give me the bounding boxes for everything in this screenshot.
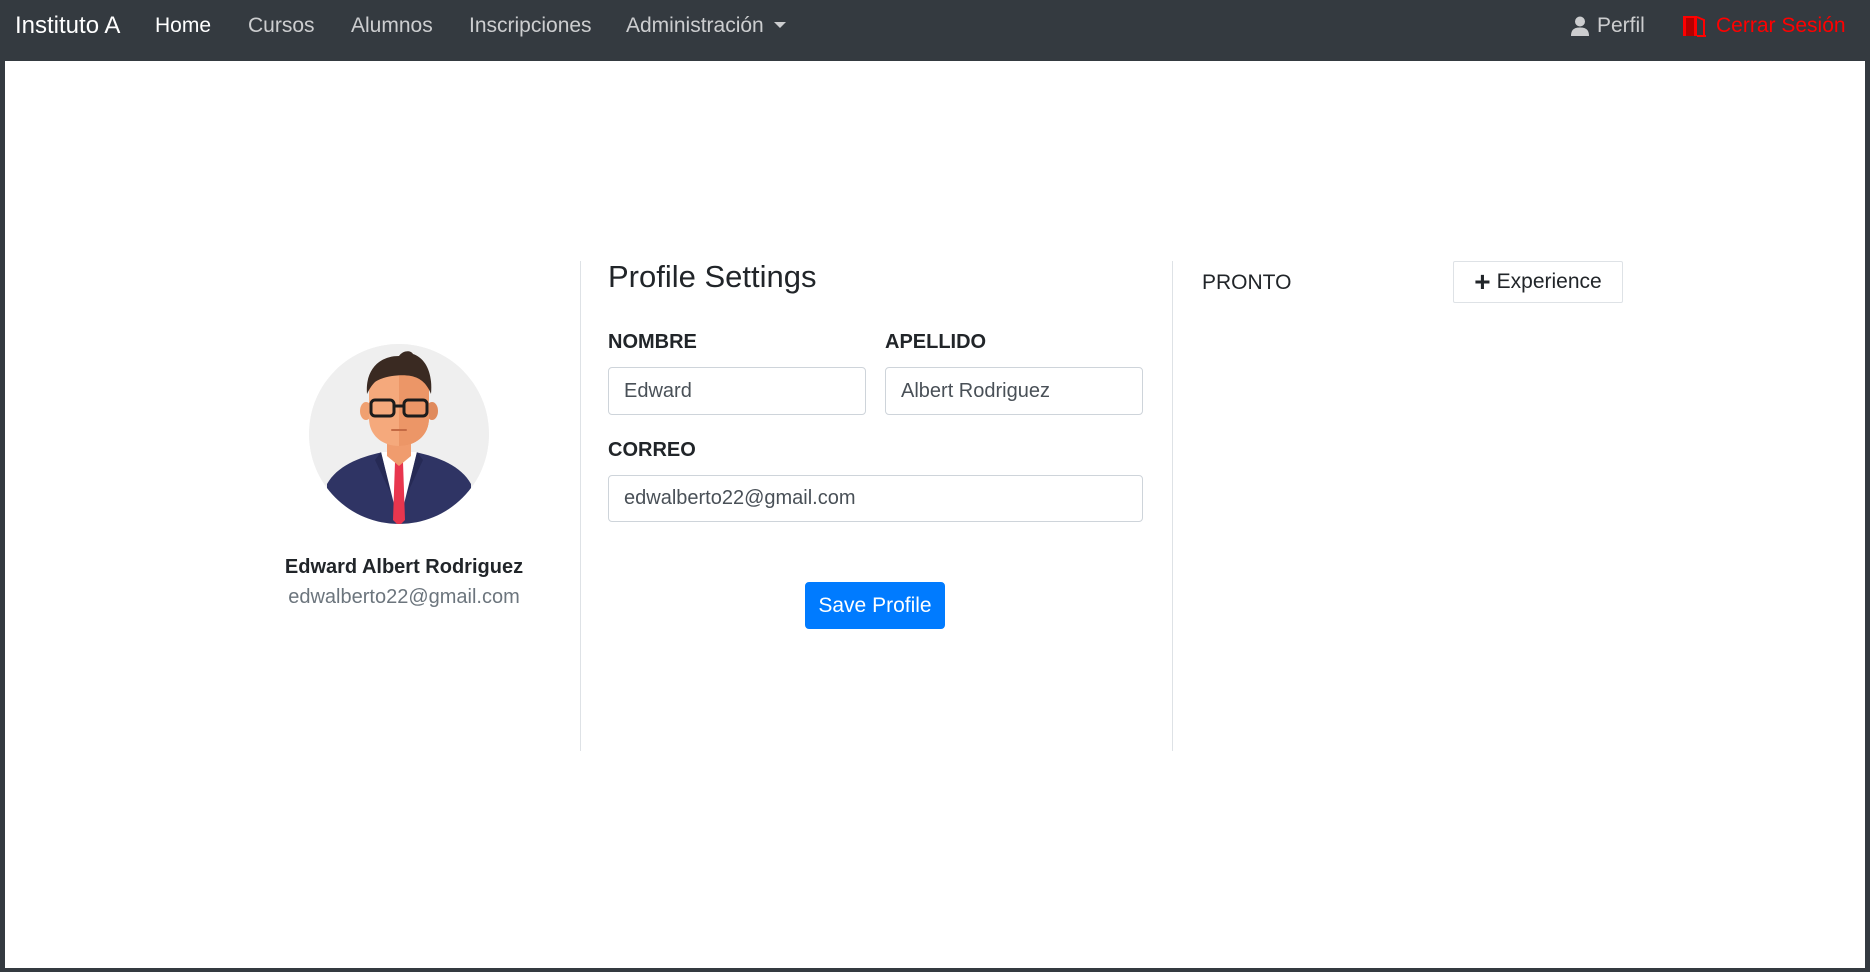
nav-item-inscripciones[interactable]: Inscripciones [469,13,592,39]
nav-item-cursos[interactable]: Cursos [248,13,315,39]
profile-full-name: Edward Albert Rodriguez [284,556,524,578]
profile-email: edwalberto22@gmail.com [288,586,520,608]
column-divider [580,261,581,751]
top-navbar: Instituto A Home Cursos Alumnos Inscripc… [0,0,1870,61]
apellido-field[interactable] [885,367,1143,415]
plus-icon: + [1474,266,1491,297]
page-title: Profile Settings [608,259,817,294]
chevron-down-icon [773,22,786,28]
add-experience-label: Experience [1496,270,1602,293]
correo-label: CORREO [608,439,696,461]
user-icon [1571,16,1589,36]
avatar-illustration [309,344,489,524]
nav-item-perfil[interactable]: Perfil [1571,13,1645,39]
perfil-label: Perfil [1597,14,1645,37]
nav-item-alumnos[interactable]: Alumnos [351,13,433,39]
nav-item-home[interactable]: Home [155,13,211,39]
email-field[interactable] [608,475,1143,522]
save-profile-button[interactable]: Save Profile [805,582,945,629]
nombre-label: NOMBRE [608,331,697,353]
avatar [309,344,489,524]
nav-item-administracion-dropdown[interactable]: Administración [626,13,786,39]
nav-item-administracion-label: Administración [626,14,764,37]
column-divider [1172,261,1173,751]
main-content: Edward Albert Rodriguez edwalberto22@gma… [5,61,1865,968]
door-exit-icon [1683,16,1706,37]
nombre-field[interactable] [608,367,866,415]
add-experience-button[interactable]: + Experience [1453,261,1623,303]
brand-logo-text[interactable]: Instituto A [15,11,120,41]
apellido-label: APELLIDO [885,331,987,353]
experience-status-text: PRONTO [1202,271,1292,294]
cerrar-sesion-label: Cerrar Sesión [1716,14,1846,37]
nav-item-cerrar-sesion[interactable]: Cerrar Sesión [1682,13,1846,39]
